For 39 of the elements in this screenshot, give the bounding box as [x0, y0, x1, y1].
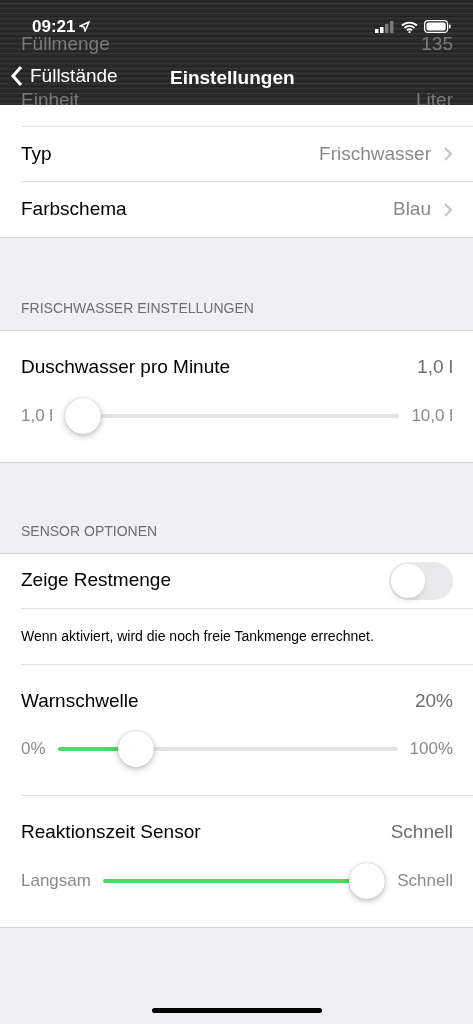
- row-label: Zeige Restmenge: [21, 568, 171, 593]
- nav-title: Einstellungen: [170, 66, 295, 90]
- row-value: Frischwasser: [319, 141, 431, 166]
- row-value: 135: [421, 32, 453, 56]
- signal-icon: [375, 20, 395, 33]
- row-value: Schnell: [390, 820, 453, 844]
- slider-max-label: Schnell: [397, 869, 453, 892]
- slider-min-label: 1,0 l: [21, 404, 54, 427]
- slider-thumb[interactable]: [118, 731, 155, 767]
- wifi-icon: [401, 20, 418, 33]
- row-label: Typ: [21, 141, 52, 166]
- section-header: SENSOR OPTIONEN: [21, 522, 158, 539]
- toggle-switch[interactable]: [389, 561, 453, 600]
- slider[interactable]: [57, 731, 398, 767]
- slider[interactable]: [102, 862, 386, 899]
- row-label: Warnschwelle: [21, 688, 139, 713]
- row-value: 1,0 l: [417, 355, 453, 379]
- slider-thumb[interactable]: [65, 397, 102, 434]
- slider-min-label: Langsam: [21, 869, 91, 892]
- row-label: Farbschema: [21, 197, 127, 222]
- row-label: Duschwasser pro Minute: [21, 355, 231, 379]
- slider-max-label: 100%: [409, 738, 453, 761]
- list-row[interactable]: Farbschema Blau: [21, 182, 473, 237]
- location-arrow-icon: [79, 21, 91, 33]
- back-chevron-icon: [10, 65, 24, 88]
- slider-min-label: 0%: [21, 738, 46, 761]
- row-value: 20%: [414, 688, 453, 713]
- row-label: Reaktionszeit Sensor: [21, 820, 201, 844]
- chevron-icon: [443, 201, 453, 218]
- battery-icon: [424, 20, 451, 34]
- slider-max-label: 10,0 l: [411, 404, 453, 427]
- chevron-icon: [443, 146, 453, 162]
- slider[interactable]: [65, 397, 400, 434]
- back-button[interactable]: Füllstände: [10, 62, 118, 91]
- slider-thumb[interactable]: [349, 862, 386, 899]
- row-value: Blau: [392, 197, 431, 222]
- note-text: Wenn aktiviert, wird die noch freie Tankmenge errechnet.: [21, 626, 374, 646]
- list-row[interactable]: Typ Frischwasser: [21, 127, 473, 182]
- section-header: FRISCHWASSER EINSTELLUNGEN: [21, 300, 254, 316]
